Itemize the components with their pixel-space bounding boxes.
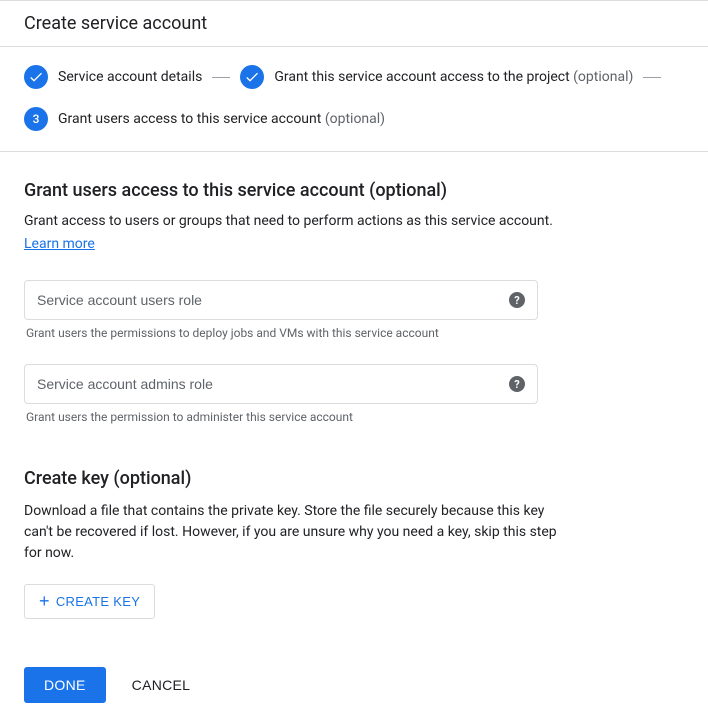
done-button[interactable]: DONE	[24, 667, 106, 703]
plus-icon: +	[39, 595, 50, 608]
users-role-hint: Grant users the permissions to deploy jo…	[24, 326, 538, 340]
action-buttons: DONE CANCEL	[24, 667, 684, 703]
help-icon[interactable]: ?	[509, 376, 525, 392]
content: Grant users access to this service accou…	[0, 152, 708, 727]
step-2[interactable]: Grant this service account access to the…	[240, 65, 633, 89]
grant-users-title: Grant users access to this service accou…	[24, 180, 684, 201]
admins-role-hint: Grant users the permission to administer…	[24, 410, 538, 424]
step-1-label: Service account details	[58, 69, 202, 85]
check-icon	[240, 65, 264, 89]
create-key-section: Create key (optional) Download a file th…	[24, 468, 684, 619]
users-role-input[interactable]	[37, 292, 509, 308]
grant-users-description: Grant access to users or groups that nee…	[24, 213, 564, 229]
step-3[interactable]: 3 Grant users access to this service acc…	[24, 107, 385, 131]
create-key-description: Download a file that contains the privat…	[24, 501, 564, 564]
users-role-field-group: ? Grant users the permissions to deploy …	[24, 280, 538, 340]
step-connector	[643, 77, 661, 78]
page-header: Create service account	[0, 1, 708, 47]
create-key-button[interactable]: + CREATE KEY	[24, 584, 155, 619]
check-icon	[24, 65, 48, 89]
create-key-title: Create key (optional)	[24, 468, 684, 489]
step-3-label: Grant users access to this service accou…	[58, 111, 385, 127]
help-icon[interactable]: ?	[509, 292, 525, 308]
stepper: Service account details Grant this servi…	[0, 47, 708, 152]
users-role-input-wrap[interactable]: ?	[24, 280, 538, 320]
create-key-button-label: CREATE KEY	[56, 594, 140, 609]
learn-more-link[interactable]: Learn more	[24, 236, 95, 252]
page-title: Create service account	[24, 13, 684, 34]
step-number-icon: 3	[24, 107, 48, 131]
admins-role-input-wrap[interactable]: ?	[24, 364, 538, 404]
step-1[interactable]: Service account details	[24, 65, 202, 89]
admins-role-input[interactable]	[37, 376, 509, 392]
step-connector	[212, 77, 230, 78]
admins-role-field-group: ? Grant users the permission to administ…	[24, 364, 538, 424]
step-2-label: Grant this service account access to the…	[274, 69, 633, 85]
